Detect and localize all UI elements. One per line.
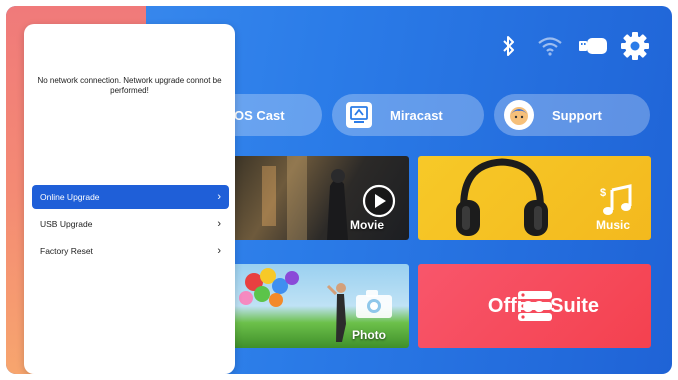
office-suite-label: Office Suite: [487, 294, 600, 317]
menu-item-label: Factory Reset: [40, 246, 93, 256]
headphones-image: [456, 158, 548, 236]
music-note-icon: $: [600, 184, 632, 215]
support-icon: [504, 100, 534, 130]
photo-tile[interactable]: Photo: [232, 264, 409, 348]
chevron-right-icon: ›: [217, 218, 221, 230]
svg-text:$: $: [600, 187, 606, 199]
chevron-right-icon: ›: [217, 191, 221, 203]
menu-item-label: Online Upgrade: [40, 192, 100, 202]
miracast-button[interactable]: Miracast: [332, 94, 484, 136]
miracast-label: Miracast: [390, 107, 443, 123]
home-screen: OS Cast Miracast Support Movie $ Music P…: [6, 6, 672, 374]
upgrade-dialog: No network connection. Network upgrade c…: [24, 24, 235, 374]
play-icon: [362, 184, 396, 218]
network-error-message: No network connection. Network upgrade c…: [37, 76, 222, 95]
music-tile[interactable]: $ Music: [418, 156, 651, 240]
menu-item-factory-reset[interactable]: Factory Reset ›: [32, 239, 229, 263]
wifi-icon[interactable]: [534, 30, 566, 62]
support-button[interactable]: Support: [494, 94, 650, 136]
movie-tile[interactable]: Movie: [232, 156, 409, 240]
usb-drive-icon[interactable]: [576, 30, 612, 62]
support-label: Support: [552, 107, 602, 123]
settings-gear-icon[interactable]: [618, 30, 652, 62]
miracast-icon: [346, 102, 372, 128]
menu-item-usb-upgrade[interactable]: USB Upgrade ›: [32, 212, 229, 236]
menu-item-online-upgrade[interactable]: Online Upgrade ›: [32, 185, 229, 209]
movie-label: Movie: [350, 218, 385, 232]
music-label: Music: [596, 218, 631, 232]
menu-item-label: USB Upgrade: [40, 219, 93, 229]
office-suite-tile[interactable]: Office Suite: [418, 264, 651, 348]
chevron-right-icon: ›: [217, 245, 221, 257]
photo-label: Photo: [352, 328, 386, 342]
bluetooth-icon[interactable]: [498, 30, 520, 62]
camera-icon: [356, 290, 392, 318]
ios-cast-label: OS Cast: [234, 107, 285, 123]
